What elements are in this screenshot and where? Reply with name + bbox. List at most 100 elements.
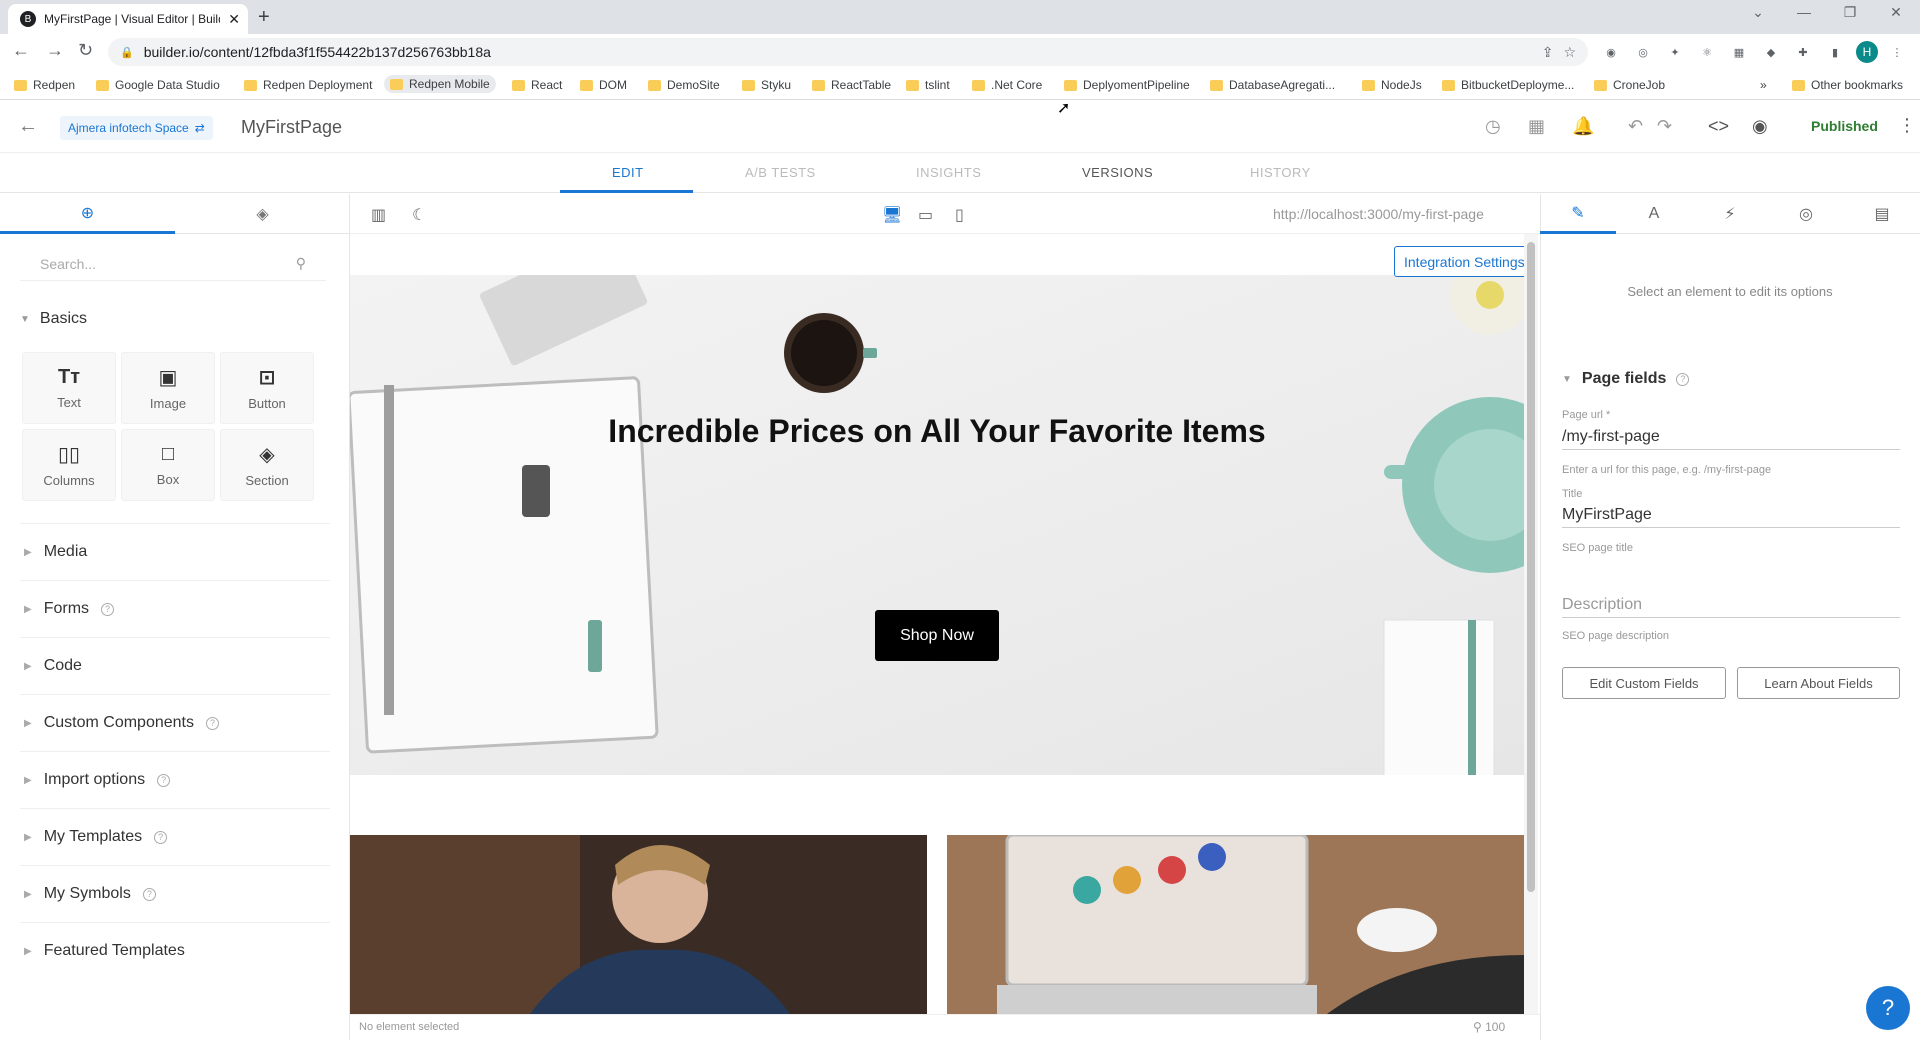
bookmark-item[interactable]: Styku — [742, 78, 791, 92]
extension-icon[interactable]: ◆ — [1762, 43, 1780, 61]
bookmark-item[interactable]: DeplyomentPipeline — [1064, 78, 1190, 92]
tab-interactions[interactable]: ⚡ — [1692, 194, 1768, 234]
other-bookmarks[interactable]: Other bookmarks — [1792, 78, 1903, 92]
title-field[interactable] — [1562, 502, 1900, 528]
sidepanel-icon[interactable]: ▮ — [1826, 43, 1844, 61]
publish-status[interactable]: Published — [1811, 118, 1878, 134]
tab-fonts[interactable]: A — [1616, 194, 1692, 234]
tab-ab-tests[interactable]: A/B TESTS — [745, 165, 816, 180]
star-icon[interactable]: ☆ — [1563, 44, 1576, 61]
bookmark-item[interactable]: .Net Core — [972, 78, 1042, 92]
block-image[interactable]: ▣ Image — [121, 352, 215, 424]
help-icon[interactable]: ? — [101, 602, 115, 616]
bookmark-item[interactable]: Redpen — [14, 78, 75, 92]
help-icon[interactable]: ? — [206, 716, 219, 730]
shop-now-button[interactable]: Shop Now — [875, 610, 999, 661]
bookmark-item[interactable]: DOM — [580, 78, 627, 92]
forward-icon[interactable]: → — [46, 40, 64, 61]
bookmark-item[interactable]: BitbucketDeployme... — [1442, 78, 1574, 92]
preview-eye-icon[interactable]: ◉ — [1752, 116, 1768, 137]
puzzle-icon[interactable]: ✚ — [1794, 43, 1812, 61]
share-icon[interactable]: ⇪ — [1542, 44, 1554, 61]
redo-icon[interactable]: ↷ — [1657, 116, 1672, 137]
block-box[interactable]: □ Box — [121, 429, 215, 501]
block-section[interactable]: ◈ Section — [220, 429, 314, 501]
undo-icon[interactable]: ↶ — [1628, 116, 1643, 137]
chevron-down-icon[interactable]: ⌄ — [1735, 4, 1781, 21]
react-devtools-icon[interactable]: ⚛ — [1698, 43, 1716, 61]
space-selector[interactable]: Ajmera infotech Space ⇄ — [60, 116, 213, 140]
integration-settings-button[interactable]: Integration Settings — [1394, 246, 1535, 277]
bookmark-item[interactable]: NodeJs — [1362, 78, 1422, 92]
code-icon[interactable]: <> — [1708, 116, 1729, 137]
tab-insights[interactable]: INSIGHTS — [916, 165, 981, 180]
basics-section-header[interactable]: ▼ Basics — [20, 310, 87, 328]
desktop-icon[interactable]: 🖥 — [882, 205, 902, 225]
new-tab-icon[interactable]: + — [258, 6, 270, 29]
bookmark-item[interactable]: Google Data Studio — [96, 78, 220, 92]
tab-style[interactable]: ✎ — [1540, 194, 1616, 234]
section-custom-components[interactable]: ▶ Custom Components? — [20, 694, 330, 751]
help-icon[interactable]: ? — [154, 830, 168, 844]
bookmark-item[interactable]: tslint — [906, 78, 950, 92]
help-icon[interactable]: ? — [1676, 372, 1690, 386]
zoom-level[interactable]: ⚲ 100 — [1473, 1020, 1505, 1034]
canvas-scrollbar-thumb[interactable] — [1527, 242, 1535, 892]
edit-custom-fields-button[interactable]: Edit Custom Fields — [1562, 667, 1726, 699]
search-icon[interactable]: ⚲ — [296, 255, 306, 272]
more-options-icon[interactable]: ⋮ — [1898, 115, 1916, 136]
layers-tab[interactable]: ◈ — [175, 194, 350, 234]
page-title[interactable]: MyFirstPage — [241, 117, 342, 138]
tab-versions[interactable]: VERSIONS — [1082, 165, 1153, 180]
minimize-icon[interactable]: — — [1781, 4, 1827, 20]
section-media[interactable]: ▶ Media — [20, 523, 330, 580]
help-icon[interactable]: ? — [157, 773, 171, 787]
bookmark-item[interactable]: DatabaseAgregati... — [1210, 78, 1335, 92]
extension-icon[interactable]: ▦ — [1730, 43, 1748, 61]
extension-icon[interactable]: ◎ — [1634, 43, 1652, 61]
block-button[interactable]: ⊡ Button — [220, 352, 314, 424]
section-forms[interactable]: ▶ Forms? — [20, 580, 330, 637]
hero-heading[interactable]: Incredible Prices on All Your Favorite I… — [350, 413, 1524, 450]
close-tab-icon[interactable]: ✕ — [228, 11, 240, 28]
schedule-icon[interactable]: ◷ — [1485, 116, 1501, 137]
bookmark-item[interactable]: ReactTable — [812, 78, 891, 92]
calendar-icon[interactable]: ▦ — [1528, 116, 1545, 137]
block-text[interactable]: Tт Text — [22, 352, 116, 424]
section-import-options[interactable]: ▶ Import options? — [20, 751, 330, 808]
add-block-tab[interactable]: ⊕ — [0, 194, 175, 234]
search-input[interactable] — [40, 255, 296, 272]
bookmark-item[interactable]: Redpen Mobile — [384, 75, 496, 93]
address-url[interactable]: builder.io/content/12fbda3f1f554422b137d… — [144, 44, 1532, 60]
photo-person-laptop[interactable] — [350, 835, 927, 1014]
bookmark-item[interactable]: DemoSite — [648, 78, 720, 92]
bookmark-item[interactable]: Redpen Deployment — [244, 78, 372, 92]
bookmarks-overflow[interactable]: » — [1760, 78, 1767, 92]
tab-data[interactable]: ◎ — [1768, 194, 1844, 234]
section-code[interactable]: ▶ Code — [20, 637, 330, 694]
reload-icon[interactable]: ↻ — [78, 40, 93, 61]
browser-tab[interactable]: B MyFirstPage | Visual Editor | Builder.… — [8, 4, 248, 34]
back-arrow-icon[interactable]: ← — [18, 115, 38, 138]
tablet-icon[interactable]: ▭ — [918, 205, 933, 225]
profile-avatar[interactable]: H — [1856, 41, 1878, 63]
address-bar[interactable]: 🔒 builder.io/content/12fbda3f1f554422b13… — [108, 38, 1588, 66]
page-fields-header[interactable]: ▼ Page fields ? — [1562, 370, 1690, 388]
tab-edit[interactable]: EDIT — [612, 165, 644, 180]
extension-icon[interactable]: ✦ — [1666, 43, 1684, 61]
bookmark-item[interactable]: React — [512, 78, 562, 92]
block-columns[interactable]: ▯▯ Columns — [22, 429, 116, 501]
mobile-icon[interactable]: ▯ — [955, 205, 964, 225]
browser-menu-icon[interactable]: ⋮ — [1888, 43, 1906, 61]
bell-icon[interactable]: 🔔 — [1572, 116, 1594, 137]
section-my-symbols[interactable]: ▶ My Symbols? — [20, 865, 330, 922]
restore-icon[interactable]: ❐ — [1827, 4, 1873, 21]
tab-history[interactable]: HISTORY — [1250, 165, 1311, 180]
section-my-templates[interactable]: ▶ My Templates? — [20, 808, 330, 865]
columns-view-icon[interactable]: ▥ — [371, 205, 386, 225]
section-featured-templates[interactable]: ▶ Featured Templates — [20, 922, 330, 979]
preview-url[interactable]: http://localhost:3000/my-first-page — [1273, 206, 1484, 222]
block-search[interactable]: ⚲ — [20, 247, 326, 281]
description-field[interactable] — [1562, 592, 1900, 618]
dark-mode-icon[interactable]: ☾ — [412, 205, 426, 225]
